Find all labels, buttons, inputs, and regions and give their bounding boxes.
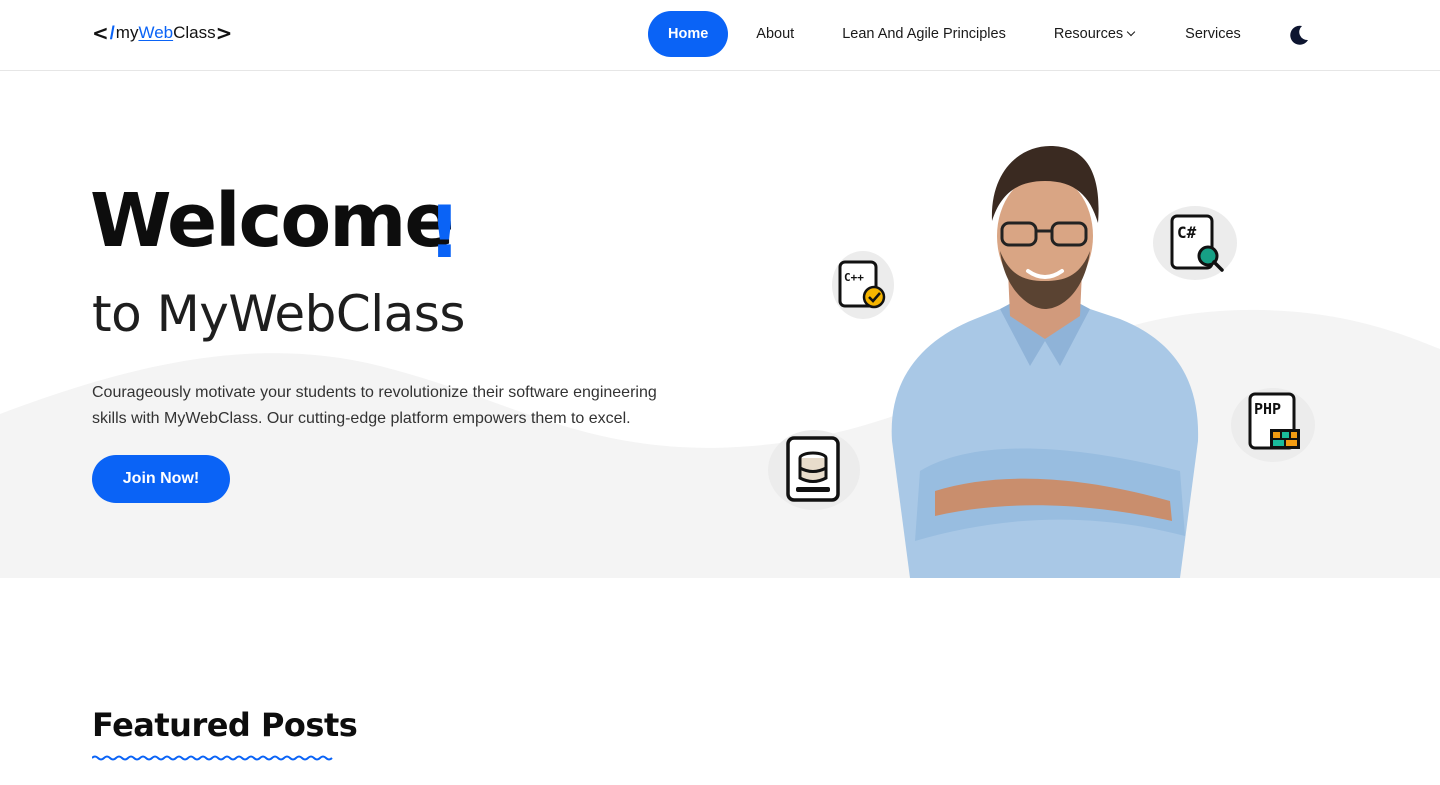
hero-subtitle: to MyWebClass <box>92 285 465 343</box>
chevron-down-icon <box>1126 27 1136 37</box>
hero-exclamation: ! <box>428 190 461 274</box>
nav-services[interactable]: Services <box>1185 11 1241 57</box>
hero-section: Welcome ! to MyWebClass Courageously mot… <box>0 71 1440 578</box>
site-header: < / my Web Class > Home About Lean And A… <box>0 0 1440 71</box>
featured-posts-heading: Featured Posts <box>92 706 358 744</box>
heading-wavy-underline <box>92 755 333 761</box>
database-icon <box>768 430 860 510</box>
hero-description: Courageously motivate your students to r… <box>92 384 657 427</box>
hero-title: Welcome <box>90 178 455 264</box>
moon-icon[interactable] <box>1288 24 1310 46</box>
join-now-button[interactable]: Join Now! <box>92 455 230 503</box>
nav-lean-agile[interactable]: Lean And Agile Principles <box>842 11 1006 57</box>
nav-resources[interactable]: Resources <box>1053 11 1136 57</box>
php-file-icon: PHP <box>1231 388 1315 462</box>
site-logo[interactable]: < / my Web Class > <box>92 21 232 45</box>
csharp-label: C# <box>1177 223 1197 242</box>
nav-about[interactable]: About <box>756 11 794 57</box>
php-label: PHP <box>1254 400 1281 418</box>
nav-home[interactable]: Home <box>648 11 729 57</box>
nav-resources-label: Resources <box>1053 26 1124 42</box>
csharp-file-search-icon: C# <box>1153 206 1237 280</box>
main-nav: Home About Lean And Agile Principles Res… <box>648 11 1241 57</box>
cpp-file-check-icon: C++ <box>832 251 894 319</box>
cpp-label: C++ <box>844 271 864 284</box>
